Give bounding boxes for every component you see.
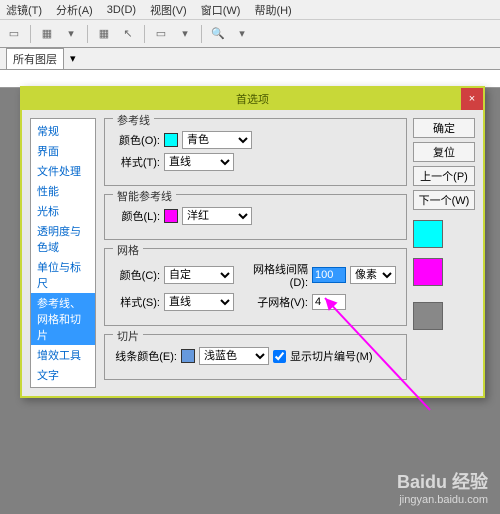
tool-icon[interactable]: ▦ (39, 26, 55, 42)
sidebar-item[interactable]: 文字 (31, 365, 95, 385)
group-smartguides: 智能参考线 颜色(L): 洋红 (104, 194, 407, 240)
style-select[interactable]: 直线 (164, 293, 234, 311)
color-select[interactable]: 自定 (164, 266, 234, 284)
chevron-down-icon[interactable]: ▾ (70, 52, 76, 65)
prev-button[interactable]: 上一个(P) (413, 166, 475, 186)
subgrid-label: 子网格(V): (238, 294, 308, 310)
show-slice-num-checkbox[interactable] (273, 350, 286, 363)
sidebar-item[interactable]: 透明度与色域 (31, 221, 95, 257)
menu-item[interactable]: 窗口(W) (201, 2, 241, 18)
close-button[interactable]: × (461, 88, 483, 110)
group-title: 切片 (113, 328, 143, 344)
ok-button[interactable]: 确定 (413, 118, 475, 138)
menu-item[interactable]: 分析(A) (56, 2, 93, 18)
grid-gap-label: 网格线间隔(D): (238, 261, 308, 289)
watermark-brand: Baidu 经验 (397, 468, 488, 494)
zoom-icon[interactable]: 🔍 (210, 26, 226, 42)
group-title: 参考线 (113, 112, 154, 128)
watermark: Baidu 经验 jingyan.baidu.com (397, 468, 488, 506)
color-select[interactable]: 浅蓝色 (199, 347, 269, 365)
sidebar-item[interactable]: 光标 (31, 201, 95, 221)
group-guides: 参考线 颜色(O): 青色 样式(T): 直线 (104, 118, 407, 186)
next-button[interactable]: 下一个(W) (413, 190, 475, 210)
layer-filter-label[interactable]: 所有图层 (6, 48, 64, 70)
dialog-title: 首选项 (236, 91, 269, 107)
chevron-down-icon[interactable]: ▾ (177, 26, 193, 42)
subgrid-input[interactable] (312, 294, 346, 310)
category-list: 常规 界面 文件处理 性能 光标 透明度与色域 单位与标尺 参考线、网格和切片 … (30, 118, 96, 388)
sidebar-item[interactable]: 常规 (31, 121, 95, 141)
watermark-url: jingyan.baidu.com (397, 494, 488, 506)
linecolor-label: 线条颜色(E): (115, 348, 177, 364)
folder-icon[interactable]: ▭ (6, 26, 22, 42)
color-swatch[interactable] (164, 133, 178, 147)
dialog-titlebar: 首选项 × (22, 88, 483, 110)
menu-bar: 滤镜(T) 分析(A) 3D(D) 视图(V) 窗口(W) 帮助(H) (0, 0, 500, 20)
cursor-icon[interactable]: ↖ (120, 26, 136, 42)
menu-item[interactable]: 帮助(H) (254, 2, 291, 18)
group-title: 网格 (113, 242, 143, 258)
sidebar-item[interactable]: 性能 (31, 181, 95, 201)
color-swatch[interactable] (164, 209, 178, 223)
grid-gap-input[interactable] (312, 267, 346, 283)
color-label: 颜色(O): (115, 132, 160, 148)
group-slices: 切片 线条颜色(E): 浅蓝色 显示切片编号(M) (104, 334, 407, 380)
sidebar-item[interactable]: 增效工具 (31, 345, 95, 365)
smartguide-color-preview[interactable] (413, 258, 443, 286)
chevron-down-icon[interactable]: ▾ (63, 26, 79, 42)
grid-unit-select[interactable]: 像素 (350, 266, 396, 284)
chevron-down-icon[interactable]: ▾ (234, 26, 250, 42)
sidebar-item[interactable]: 单位与标尺 (31, 257, 95, 293)
style-label: 样式(T): (115, 154, 160, 170)
menu-item[interactable]: 3D(D) (107, 4, 136, 16)
toolbar: ▭ ▦ ▾ ▦ ↖ ▭ ▾ 🔍 ▾ (0, 20, 500, 48)
menu-item[interactable]: 滤镜(T) (6, 2, 42, 18)
screen-icon[interactable]: ▭ (153, 26, 169, 42)
style-select[interactable]: 直线 (164, 153, 234, 171)
color-select[interactable]: 洋红 (182, 207, 252, 225)
grid-color-preview[interactable] (413, 302, 443, 330)
preferences-dialog: 首选项 × 常规 界面 文件处理 性能 光标 透明度与色域 单位与标尺 参考线、… (20, 86, 485, 398)
sidebar-item[interactable]: 界面 (31, 141, 95, 161)
color-swatch[interactable] (181, 349, 195, 363)
sidebar-item-active[interactable]: 参考线、网格和切片 (31, 293, 95, 345)
button-column: 确定 复位 上一个(P) 下一个(W) (413, 118, 475, 388)
grid-icon[interactable]: ▦ (96, 26, 112, 42)
menu-item[interactable]: 视图(V) (150, 2, 187, 18)
group-grid: 网格 颜色(C): 自定 网格线间隔(D): 像素 样式(S): 直线 子网格(… (104, 248, 407, 326)
option-bar: 所有图层 ▾ (0, 48, 500, 70)
sidebar-item[interactable]: 文件处理 (31, 161, 95, 181)
reset-button[interactable]: 复位 (413, 142, 475, 162)
group-title: 智能参考线 (113, 188, 176, 204)
color-label: 颜色(C): (115, 267, 160, 283)
checkbox-label: 显示切片编号(M) (290, 348, 373, 364)
color-label: 颜色(L): (115, 208, 160, 224)
color-select[interactable]: 青色 (182, 131, 252, 149)
guide-color-preview[interactable] (413, 220, 443, 248)
style-label: 样式(S): (115, 294, 160, 310)
